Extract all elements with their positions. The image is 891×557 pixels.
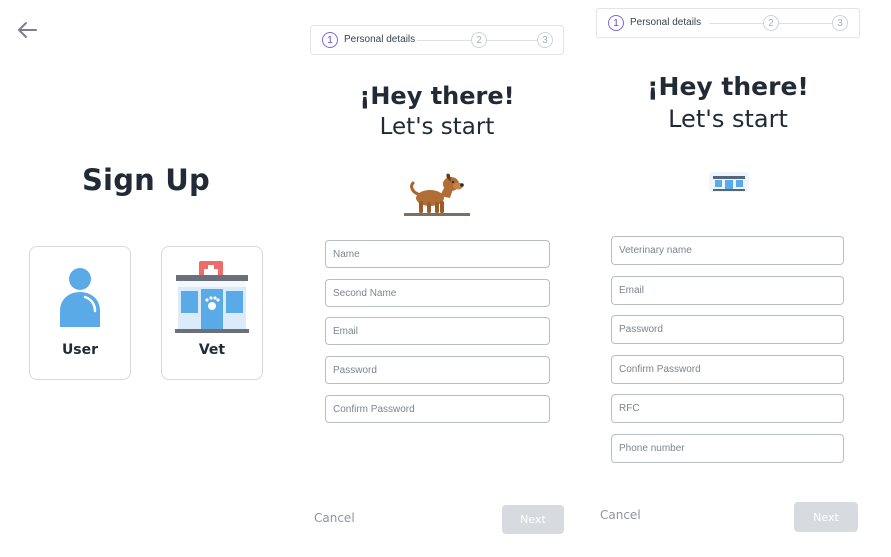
signup-screen: Sign Up User Vet [0,0,292,557]
greeting-title: ¡Hey there! [359,82,515,110]
step-2: 2 [763,15,779,31]
next-button[interactable]: Next [794,502,858,532]
greeting-subtitle: Let's start [379,114,495,140]
veterinary-name-field[interactable] [611,236,844,265]
step-connector [417,40,471,41]
vet-registration-screen: 1 Personal details 2 3 ¡Hey there! Let's… [585,0,891,557]
rfc-field[interactable] [611,394,844,423]
step-connector [487,40,537,41]
dog-icon [404,173,470,216]
step-3: 3 [832,15,848,31]
confirm-password-field[interactable] [611,355,844,384]
user-icon [60,268,100,327]
step-1: 1 [322,32,338,48]
progress-stepper: 1 Personal details 2 3 [596,8,860,38]
step-2: 2 [471,32,487,48]
greeting-subtitle: Let's start [668,105,788,133]
vet-option-card[interactable]: Vet [161,246,263,380]
back-arrow-icon[interactable] [16,20,38,40]
confirm-password-field[interactable] [325,395,550,423]
step-connector [779,23,832,24]
page-title: Sign Up [81,163,211,197]
progress-stepper: 1 Personal details 2 3 [310,25,564,55]
step-label: Personal details [630,17,702,28]
step-connector [709,23,763,24]
cancel-button[interactable]: Cancel [314,511,355,525]
cancel-button[interactable]: Cancel [600,508,641,522]
step-1: 1 [608,15,624,31]
password-field[interactable] [611,315,844,344]
user-registration-screen: 1 Personal details 2 3 ¡Hey there! Let's… [292,0,582,557]
vet-option-label: Vet [198,342,226,358]
user-option-label: User [61,342,99,358]
greeting-title: ¡Hey there! [647,72,809,101]
phone-number-field[interactable] [611,434,844,463]
next-button[interactable]: Next [502,505,564,534]
password-field[interactable] [325,356,550,384]
step-3: 3 [537,32,553,48]
step-label: Personal details [344,34,416,45]
user-option-card[interactable]: User [29,246,131,380]
email-field[interactable] [611,276,844,305]
vet-clinic-icon [175,261,249,333]
name-field[interactable] [325,240,550,268]
second-name-field[interactable] [325,279,550,307]
email-field[interactable] [325,317,550,345]
clinic-icon [709,172,749,192]
